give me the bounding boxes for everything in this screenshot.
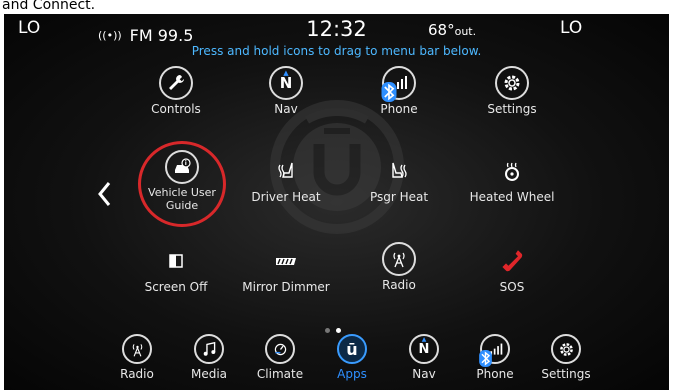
svg-text:i: i: [185, 160, 187, 167]
page-indicator: [325, 328, 341, 333]
app-label-line2: Guide: [165, 199, 199, 212]
app-label: Phone: [380, 102, 418, 116]
menu-label: Settings: [541, 367, 591, 381]
outside-temp-suffix: out.: [454, 25, 477, 38]
menu-label: Media: [190, 367, 228, 381]
wrench-icon: [159, 66, 193, 100]
app-nav[interactable]: N ▲ Nav: [231, 66, 341, 116]
app-phone[interactable]: Phone: [344, 66, 454, 116]
app-label: Heated Wheel: [469, 190, 555, 204]
drag-hint: Press and hold icons to drag to menu bar…: [191, 44, 482, 58]
app-psgr-heat[interactable]: Psgr Heat: [344, 154, 454, 204]
screen-off-icon: [159, 244, 193, 278]
uconnect-screen: LO ((•)) FM 99.5 12:32 68°out. LO Press …: [4, 14, 669, 390]
page-dot-current[interactable]: [336, 328, 341, 333]
menu-label: Nav: [412, 367, 436, 381]
app-label: Radio: [382, 278, 416, 292]
menu-label: Radio: [120, 367, 154, 381]
app-label: Mirror Dimmer: [242, 280, 330, 294]
app-label: Settings: [487, 102, 537, 116]
gear-icon: [551, 334, 581, 364]
phone-handset-icon: [495, 244, 529, 278]
menu-apps[interactable]: ū Apps: [312, 334, 392, 381]
app-radio[interactable]: Radio: [344, 242, 454, 292]
app-label: Controls: [151, 102, 201, 116]
menu-climate[interactable]: Climate: [240, 334, 320, 381]
music-note-icon: [194, 334, 224, 364]
compass-n-icon: N ▲: [269, 66, 303, 100]
app-label: Driver Heat: [251, 190, 321, 204]
car-info-icon: i: [165, 150, 199, 184]
menu-settings[interactable]: Settings: [526, 334, 606, 381]
app-label: SOS: [499, 280, 525, 294]
app-mirror-dimmer[interactable]: Mirror Dimmer: [231, 244, 341, 294]
menu-radio[interactable]: Radio: [97, 334, 177, 381]
app-settings[interactable]: Settings: [457, 66, 567, 116]
page-dot[interactable]: [325, 328, 330, 333]
menu-label: Apps: [337, 367, 367, 381]
app-controls[interactable]: Controls: [121, 66, 231, 116]
radio-tower-icon: [382, 242, 416, 276]
outside-temp-value: 68°: [428, 21, 455, 39]
app-sos[interactable]: SOS: [457, 244, 567, 294]
gear-icon: [495, 66, 529, 100]
menu-label: Phone: [476, 367, 514, 381]
phone-signal-icon: [381, 66, 416, 102]
menu-media[interactable]: Media: [169, 334, 249, 381]
app-vehicle-user-guide[interactable]: i Vehicle User Guide: [127, 150, 237, 212]
menu-label: Climate: [256, 367, 304, 381]
app-driver-heat[interactable]: Driver Heat: [231, 154, 341, 204]
phone-signal-icon: [479, 334, 510, 367]
app-label: Psgr Heat: [369, 190, 429, 204]
app-label: Screen Off: [144, 280, 208, 294]
heated-wheel-icon: [495, 154, 529, 188]
app-label: Nav: [274, 102, 298, 116]
app-heated-wheel[interactable]: Heated Wheel: [457, 154, 567, 204]
radio-tower-icon: [122, 334, 152, 364]
previous-page-chevron-icon[interactable]: [96, 180, 114, 208]
bluetooth-icon: [479, 350, 492, 367]
app-label-line1: Vehicle User: [148, 186, 216, 199]
heated-seat-icon: [382, 154, 416, 188]
mirror-dimmer-icon: [269, 244, 303, 278]
menu-nav[interactable]: N ▲ Nav: [384, 334, 464, 381]
app-screen-off[interactable]: Screen Off: [121, 244, 231, 294]
caption-text: and Connect.: [2, 0, 96, 10]
uconnect-icon: ū: [337, 334, 367, 364]
heated-seat-icon: [269, 154, 303, 188]
bluetooth-icon: [381, 82, 397, 102]
climate-icon: [265, 334, 295, 364]
menu-phone[interactable]: Phone: [455, 334, 535, 381]
compass-n-icon: N ▲: [409, 334, 439, 364]
